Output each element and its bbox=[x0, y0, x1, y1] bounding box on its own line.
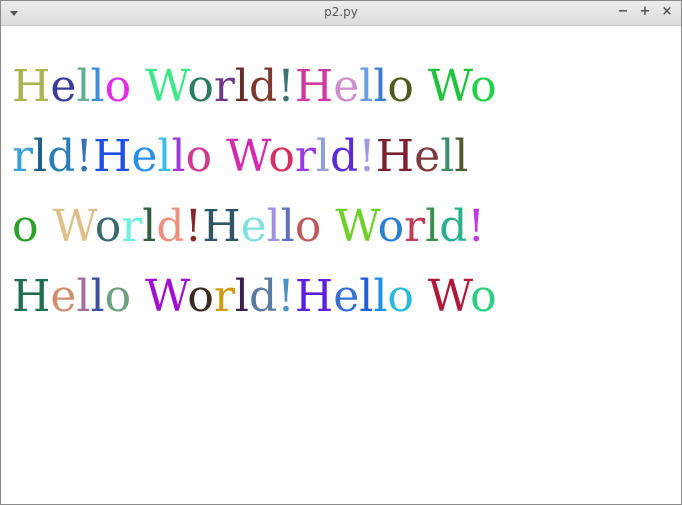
glyph: r bbox=[294, 131, 316, 182]
maximize-button[interactable]: + bbox=[637, 4, 653, 20]
glyph: l bbox=[76, 271, 91, 322]
glyph: l bbox=[373, 271, 388, 322]
glyph: l bbox=[90, 271, 105, 322]
glyph: W bbox=[145, 61, 188, 112]
glyph: o bbox=[94, 201, 122, 252]
glyph: e bbox=[333, 61, 360, 112]
glyph: d bbox=[439, 201, 468, 252]
glyph: l bbox=[76, 61, 91, 112]
glyph: o bbox=[470, 271, 497, 322]
glyph bbox=[414, 61, 428, 112]
glyph: H bbox=[375, 131, 415, 182]
glyph: l bbox=[157, 131, 172, 182]
glyph: W bbox=[145, 271, 188, 322]
glyph: l bbox=[280, 201, 295, 252]
glyph bbox=[39, 201, 53, 252]
glyph: W bbox=[335, 201, 378, 252]
glyph: H bbox=[294, 271, 334, 322]
glyph: r bbox=[213, 271, 235, 322]
glyph: o bbox=[187, 61, 214, 112]
glyph: W bbox=[226, 131, 269, 182]
glyph: o bbox=[104, 271, 132, 322]
glyph: r bbox=[121, 201, 143, 252]
glyph: ! bbox=[358, 131, 376, 182]
glyph: d bbox=[248, 61, 278, 112]
window-title: p2.py bbox=[324, 5, 358, 19]
title-bar[interactable]: p2.py − + × bbox=[1, 1, 681, 26]
glyph: e bbox=[131, 131, 158, 182]
glyph: o bbox=[12, 201, 39, 252]
close-button[interactable]: × bbox=[659, 4, 675, 20]
glyph: ! bbox=[184, 201, 203, 252]
glyph: l bbox=[33, 131, 48, 182]
glyph: o bbox=[294, 201, 322, 252]
glyph: l bbox=[454, 131, 469, 182]
canvas-area: Hello World!Hello Wo rld!Hello World!Hel… bbox=[1, 26, 681, 504]
glyph: ! bbox=[75, 131, 93, 182]
text-line-1: Hello World!Hello Wo bbox=[12, 65, 497, 109]
glyph: l bbox=[266, 201, 281, 252]
glyph: o bbox=[104, 61, 132, 112]
glyph: W bbox=[52, 201, 95, 252]
glyph: e bbox=[50, 61, 77, 112]
glyph: e bbox=[50, 271, 77, 322]
glyph bbox=[321, 201, 335, 252]
glyph: o bbox=[387, 61, 414, 112]
glyph: ! bbox=[277, 271, 295, 322]
glyph: l bbox=[142, 201, 157, 252]
glyph: l bbox=[171, 131, 186, 182]
glyph: r bbox=[404, 201, 426, 252]
text-line-3: o World!Hello World! bbox=[12, 205, 485, 249]
glyph: e bbox=[240, 201, 267, 252]
text-line-4: Hello World!Hello Wo bbox=[12, 275, 497, 319]
glyph: H bbox=[202, 201, 241, 252]
glyph: ! bbox=[467, 201, 486, 252]
glyph: l bbox=[234, 271, 249, 322]
glyph: r bbox=[213, 61, 235, 112]
glyph: d bbox=[329, 131, 359, 182]
glyph: l bbox=[234, 61, 249, 112]
glyph: H bbox=[12, 61, 51, 112]
glyph bbox=[414, 271, 428, 322]
glyph bbox=[131, 61, 145, 112]
glyph: ! bbox=[277, 61, 295, 112]
glyph: d bbox=[248, 271, 278, 322]
glyph: o bbox=[470, 61, 497, 112]
glyph: W bbox=[427, 61, 471, 112]
glyph: W bbox=[427, 271, 471, 322]
glyph: l bbox=[373, 61, 388, 112]
glyph: l bbox=[440, 131, 455, 182]
glyph: H bbox=[12, 271, 51, 322]
app-window: p2.py − + × Hello World!Hello Wo rld!Hel… bbox=[0, 0, 682, 505]
glyph bbox=[131, 271, 145, 322]
glyph: H bbox=[294, 61, 334, 112]
glyph: e bbox=[333, 271, 360, 322]
glyph: l bbox=[359, 271, 374, 322]
text-line-2: rld!Hello World!Hell bbox=[12, 135, 468, 179]
glyph: r bbox=[12, 131, 34, 182]
glyph: H bbox=[92, 131, 132, 182]
glyph: e bbox=[414, 131, 441, 182]
glyph: l bbox=[359, 61, 374, 112]
glyph: d bbox=[156, 201, 185, 252]
minimize-button[interactable]: − bbox=[615, 4, 631, 20]
glyph: o bbox=[377, 201, 405, 252]
glyph: l bbox=[90, 61, 105, 112]
glyph: l bbox=[315, 131, 330, 182]
glyph: l bbox=[425, 201, 440, 252]
glyph: o bbox=[387, 271, 414, 322]
glyph: o bbox=[185, 131, 213, 182]
glyph: o bbox=[187, 271, 214, 322]
glyph: d bbox=[47, 131, 76, 182]
glyph bbox=[212, 131, 226, 182]
glyph: o bbox=[268, 131, 295, 182]
